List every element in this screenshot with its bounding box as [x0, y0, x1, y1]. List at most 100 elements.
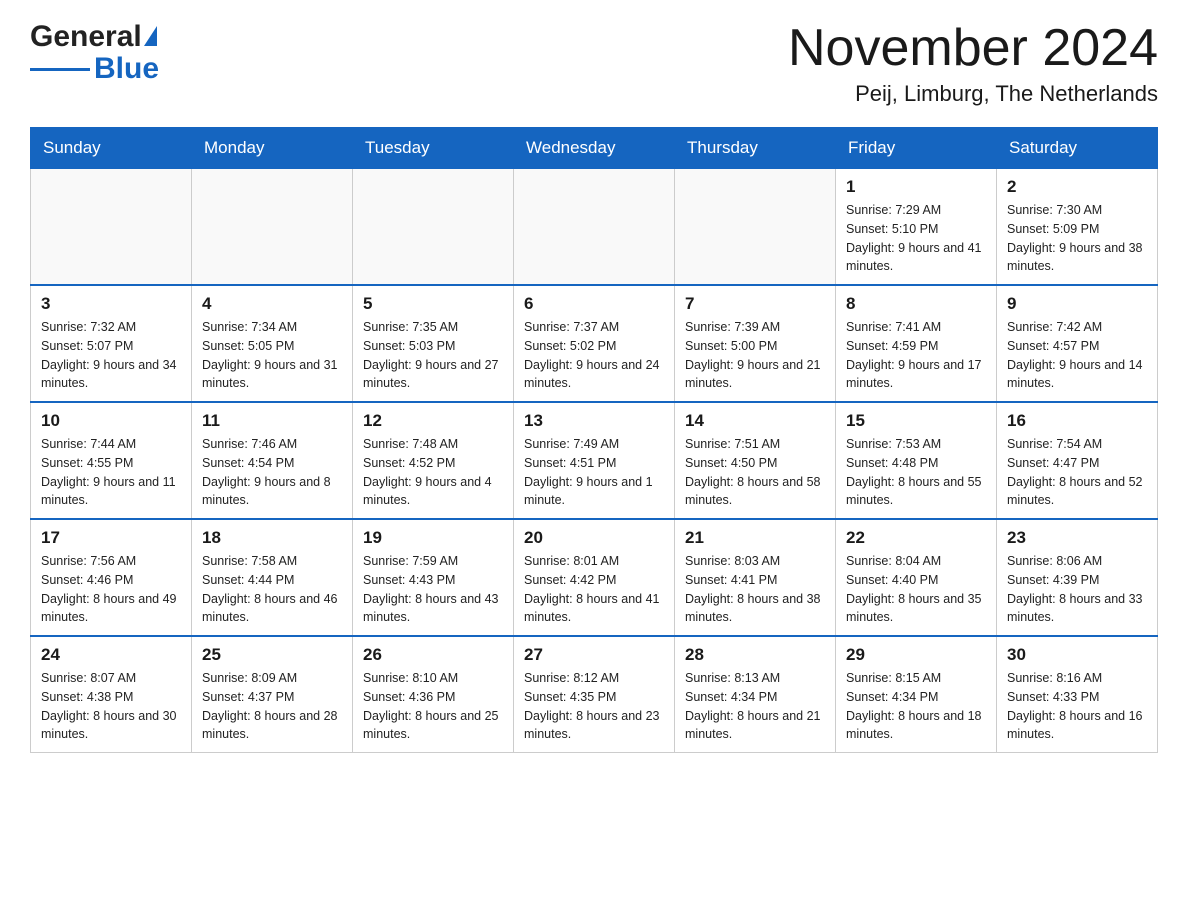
day-number: 27: [524, 645, 664, 665]
day-info: Sunrise: 7:39 AM Sunset: 5:00 PM Dayligh…: [685, 318, 825, 393]
calendar-cell: 2 Sunrise: 7:30 AM Sunset: 5:09 PM Daylig…: [997, 169, 1158, 286]
calendar-cell: 23 Sunrise: 8:06 AM Sunset: 4:39 PM Dayli…: [997, 519, 1158, 636]
day-info: Sunrise: 8:10 AM Sunset: 4:36 PM Dayligh…: [363, 669, 503, 744]
day-number: 20: [524, 528, 664, 548]
location-title: Peij, Limburg, The Netherlands: [788, 81, 1158, 107]
day-info: Sunrise: 8:01 AM Sunset: 4:42 PM Dayligh…: [524, 552, 664, 627]
day-info: Sunrise: 7:37 AM Sunset: 5:02 PM Dayligh…: [524, 318, 664, 393]
day-number: 14: [685, 411, 825, 431]
day-number: 17: [41, 528, 181, 548]
calendar-cell: 28 Sunrise: 8:13 AM Sunset: 4:34 PM Dayli…: [675, 636, 836, 753]
day-info: Sunrise: 8:07 AM Sunset: 4:38 PM Dayligh…: [41, 669, 181, 744]
month-title: November 2024: [788, 20, 1158, 77]
header-wednesday: Wednesday: [514, 128, 675, 169]
day-number: 4: [202, 294, 342, 314]
day-info: Sunrise: 8:09 AM Sunset: 4:37 PM Dayligh…: [202, 669, 342, 744]
day-number: 24: [41, 645, 181, 665]
day-number: 1: [846, 177, 986, 197]
calendar-cell: 15 Sunrise: 7:53 AM Sunset: 4:48 PM Dayli…: [836, 402, 997, 519]
day-number: 22: [846, 528, 986, 548]
day-number: 12: [363, 411, 503, 431]
logo-blue: Blue: [94, 52, 159, 86]
calendar-cell: 22 Sunrise: 8:04 AM Sunset: 4:40 PM Dayli…: [836, 519, 997, 636]
day-info: Sunrise: 8:16 AM Sunset: 4:33 PM Dayligh…: [1007, 669, 1147, 744]
day-info: Sunrise: 7:48 AM Sunset: 4:52 PM Dayligh…: [363, 435, 503, 510]
logo-underline: [30, 68, 90, 71]
day-info: Sunrise: 7:56 AM Sunset: 4:46 PM Dayligh…: [41, 552, 181, 627]
calendar-cell: 24 Sunrise: 8:07 AM Sunset: 4:38 PM Dayli…: [31, 636, 192, 753]
day-number: 7: [685, 294, 825, 314]
page-header: General Blue November 2024 Peij, Limburg…: [30, 20, 1158, 107]
logo-general: General: [30, 20, 142, 54]
day-number: 6: [524, 294, 664, 314]
calendar-cell: 8 Sunrise: 7:41 AM Sunset: 4:59 PM Daylig…: [836, 285, 997, 402]
header-tuesday: Tuesday: [353, 128, 514, 169]
day-info: Sunrise: 8:04 AM Sunset: 4:40 PM Dayligh…: [846, 552, 986, 627]
day-number: 25: [202, 645, 342, 665]
day-info: Sunrise: 7:42 AM Sunset: 4:57 PM Dayligh…: [1007, 318, 1147, 393]
logo-triangle-icon: [144, 26, 157, 46]
day-info: Sunrise: 8:06 AM Sunset: 4:39 PM Dayligh…: [1007, 552, 1147, 627]
day-number: 8: [846, 294, 986, 314]
day-info: Sunrise: 7:29 AM Sunset: 5:10 PM Dayligh…: [846, 201, 986, 276]
day-info: Sunrise: 7:41 AM Sunset: 4:59 PM Dayligh…: [846, 318, 986, 393]
day-info: Sunrise: 7:53 AM Sunset: 4:48 PM Dayligh…: [846, 435, 986, 510]
day-info: Sunrise: 7:30 AM Sunset: 5:09 PM Dayligh…: [1007, 201, 1147, 276]
day-info: Sunrise: 8:15 AM Sunset: 4:34 PM Dayligh…: [846, 669, 986, 744]
day-number: 21: [685, 528, 825, 548]
calendar-cell: [31, 169, 192, 286]
calendar-week-4: 17 Sunrise: 7:56 AM Sunset: 4:46 PM Dayli…: [31, 519, 1158, 636]
calendar-cell: 11 Sunrise: 7:46 AM Sunset: 4:54 PM Dayli…: [192, 402, 353, 519]
day-info: Sunrise: 7:59 AM Sunset: 4:43 PM Dayligh…: [363, 552, 503, 627]
day-info: Sunrise: 7:34 AM Sunset: 5:05 PM Dayligh…: [202, 318, 342, 393]
day-number: 26: [363, 645, 503, 665]
day-number: 5: [363, 294, 503, 314]
calendar-week-2: 3 Sunrise: 7:32 AM Sunset: 5:07 PM Daylig…: [31, 285, 1158, 402]
header-saturday: Saturday: [997, 128, 1158, 169]
day-number: 15: [846, 411, 986, 431]
day-number: 19: [363, 528, 503, 548]
calendar-cell: 13 Sunrise: 7:49 AM Sunset: 4:51 PM Dayli…: [514, 402, 675, 519]
calendar-cell: [514, 169, 675, 286]
calendar-cell: [675, 169, 836, 286]
calendar-week-1: 1 Sunrise: 7:29 AM Sunset: 5:10 PM Daylig…: [31, 169, 1158, 286]
day-info: Sunrise: 7:46 AM Sunset: 4:54 PM Dayligh…: [202, 435, 342, 510]
day-number: 9: [1007, 294, 1147, 314]
day-number: 2: [1007, 177, 1147, 197]
day-number: 18: [202, 528, 342, 548]
day-info: Sunrise: 7:32 AM Sunset: 5:07 PM Dayligh…: [41, 318, 181, 393]
day-number: 30: [1007, 645, 1147, 665]
calendar-cell: [353, 169, 514, 286]
calendar-cell: 25 Sunrise: 8:09 AM Sunset: 4:37 PM Dayli…: [192, 636, 353, 753]
day-info: Sunrise: 7:35 AM Sunset: 5:03 PM Dayligh…: [363, 318, 503, 393]
calendar-header-row: SundayMondayTuesdayWednesdayThursdayFrid…: [31, 128, 1158, 169]
calendar-cell: 4 Sunrise: 7:34 AM Sunset: 5:05 PM Daylig…: [192, 285, 353, 402]
day-info: Sunrise: 7:49 AM Sunset: 4:51 PM Dayligh…: [524, 435, 664, 510]
day-number: 10: [41, 411, 181, 431]
calendar-cell: 20 Sunrise: 8:01 AM Sunset: 4:42 PM Dayli…: [514, 519, 675, 636]
calendar-cell: 21Sunrise: 8:03 AM Sunset: 4:41 PM Dayli…: [675, 519, 836, 636]
day-info: Sunrise: 8:12 AM Sunset: 4:35 PM Dayligh…: [524, 669, 664, 744]
calendar-cell: 5 Sunrise: 7:35 AM Sunset: 5:03 PM Daylig…: [353, 285, 514, 402]
calendar-cell: 18Sunrise: 7:58 AM Sunset: 4:44 PM Dayli…: [192, 519, 353, 636]
day-info: Sunrise: 7:54 AM Sunset: 4:47 PM Dayligh…: [1007, 435, 1147, 510]
day-number: 28: [685, 645, 825, 665]
calendar-cell: 7 Sunrise: 7:39 AM Sunset: 5:00 PM Daylig…: [675, 285, 836, 402]
day-number: 13: [524, 411, 664, 431]
calendar-week-3: 10 Sunrise: 7:44 AM Sunset: 4:55 PM Dayli…: [31, 402, 1158, 519]
calendar-cell: 6 Sunrise: 7:37 AM Sunset: 5:02 PM Daylig…: [514, 285, 675, 402]
day-number: 11: [202, 411, 342, 431]
calendar-cell: 12 Sunrise: 7:48 AM Sunset: 4:52 PM Dayli…: [353, 402, 514, 519]
day-info: Sunrise: 8:13 AM Sunset: 4:34 PM Dayligh…: [685, 669, 825, 744]
calendar-cell: 29Sunrise: 8:15 AM Sunset: 4:34 PM Dayli…: [836, 636, 997, 753]
logo: General Blue: [30, 20, 159, 86]
header-monday: Monday: [192, 128, 353, 169]
calendar-cell: 19 Sunrise: 7:59 AM Sunset: 4:43 PM Dayli…: [353, 519, 514, 636]
day-number: 3: [41, 294, 181, 314]
calendar-cell: 30 Sunrise: 8:16 AM Sunset: 4:33 PM Dayli…: [997, 636, 1158, 753]
day-info: Sunrise: 7:44 AM Sunset: 4:55 PM Dayligh…: [41, 435, 181, 510]
calendar-cell: 17 Sunrise: 7:56 AM Sunset: 4:46 PM Dayli…: [31, 519, 192, 636]
header-sunday: Sunday: [31, 128, 192, 169]
day-number: 23: [1007, 528, 1147, 548]
calendar-cell: 3 Sunrise: 7:32 AM Sunset: 5:07 PM Daylig…: [31, 285, 192, 402]
